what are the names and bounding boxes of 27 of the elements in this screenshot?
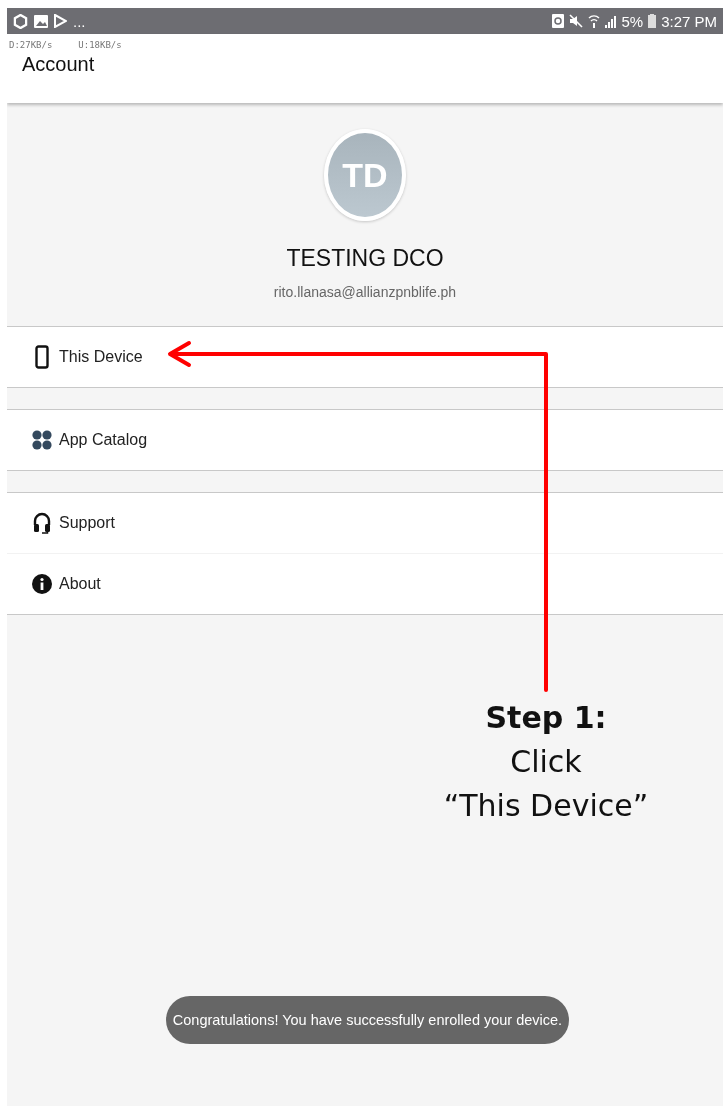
phone-icon bbox=[35, 345, 49, 369]
battery-icon bbox=[648, 14, 657, 28]
menu-item[interactable]: App Catalog bbox=[7, 410, 723, 470]
headset-icon bbox=[33, 512, 51, 534]
info-icon bbox=[32, 574, 52, 594]
image-icon bbox=[34, 14, 48, 28]
toast-message: Congratulations! You have successfully enrolled your device. bbox=[166, 996, 569, 1044]
menu-item[interactable]: About bbox=[7, 553, 723, 614]
avatar: TD bbox=[324, 129, 406, 221]
page-title: Account bbox=[22, 53, 96, 76]
upload-speed: U:18KB/s bbox=[78, 40, 122, 50]
user-email: rito.llanasa@allianzpnblife.ph bbox=[273, 284, 457, 300]
battery-percent: 5% bbox=[621, 12, 644, 30]
signal-icon bbox=[605, 14, 617, 28]
menu-item[interactable]: This Device bbox=[7, 327, 723, 387]
mute-icon bbox=[569, 14, 584, 28]
step-text: “This Device” bbox=[442, 787, 650, 825]
clock-time: 3:27 PM bbox=[661, 12, 717, 30]
menu-item[interactable]: Support bbox=[7, 493, 723, 553]
grid-icon bbox=[32, 430, 52, 450]
step-text: Click bbox=[509, 743, 583, 781]
download-speed: D:27KB/s bbox=[9, 40, 53, 50]
wifi-icon bbox=[588, 14, 601, 28]
more-notifications: ... bbox=[73, 12, 86, 30]
hexagon-icon bbox=[13, 13, 28, 29]
user-name: TESTING DCO bbox=[286, 245, 444, 272]
step-text: Step 1: bbox=[484, 699, 608, 737]
